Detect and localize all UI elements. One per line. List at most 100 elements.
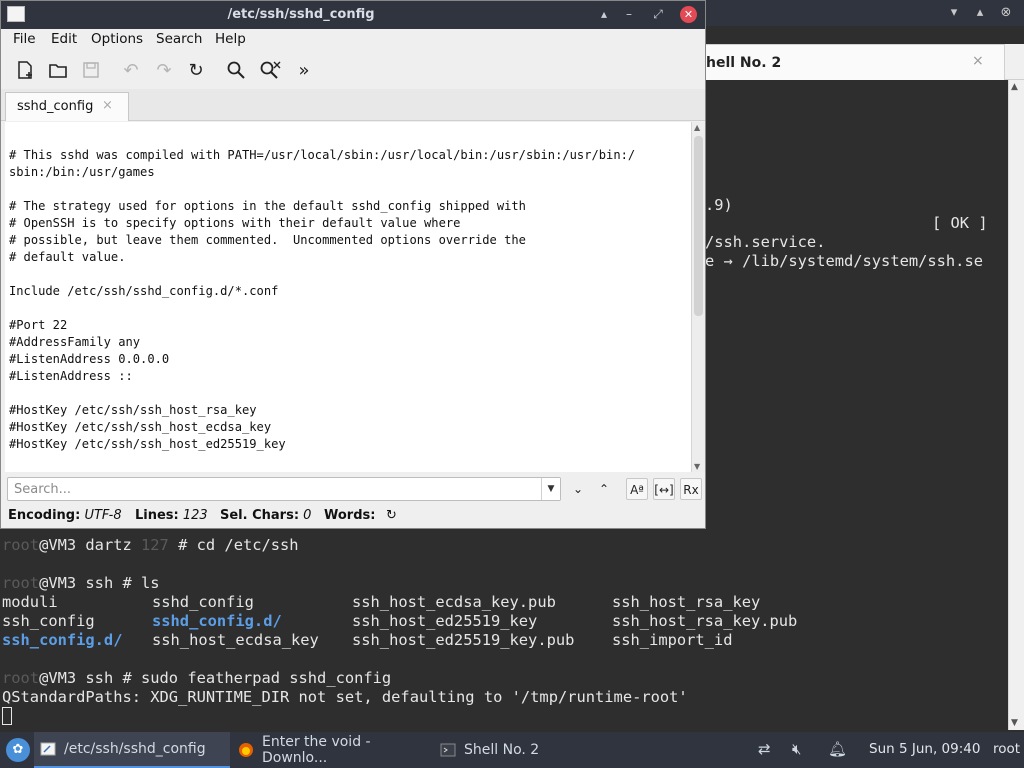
task-label: Enter the void - Downlo... [262,734,371,766]
find-replace-icon[interactable] [258,58,282,82]
window-title: /etc/ssh/sshd_config [227,7,375,22]
maximize-icon[interactable]: ⤢ [649,5,667,23]
terminal-text: e → /lib/systemd/system/ssh.se [705,252,983,270]
lines-value: 123 [182,508,208,523]
ls-entry: ssh_config.d/ [2,631,123,649]
document-tabbar: sshd_config × [1,89,705,121]
find-icon[interactable] [224,58,248,82]
toolbar: ↶ ↷ ↻ » [1,51,705,89]
editor-line: #ListenAddress :: [9,369,133,383]
editor-line: #HostKey /etc/ssh/ssh_host_ed25519_key [9,437,286,451]
match-case-icon[interactable]: Aª [626,478,648,500]
terminal-cursor [2,707,12,725]
task-label: Shell No. 2 [464,742,540,758]
terminal-scrollbar[interactable]: ▲ ▼ [1008,80,1024,730]
regex-icon[interactable]: Rx [680,478,702,500]
editor-line: # default value. [9,250,126,264]
tab-close-icon[interactable]: × [972,53,984,69]
ls-entry: ssh_host_ed25519_key.pub [352,631,575,649]
editor-line: # possible, but leave them commented. Un… [9,233,526,247]
scrollbar-thumb[interactable] [694,136,703,316]
clock[interactable]: Sun 5 Jun, 09:40 [869,741,980,757]
editor-line: #HostKey /etc/ssh/ssh_host_ecdsa_key [9,420,272,434]
ls-entry: ssh_import_id [612,631,733,649]
find-previous-icon[interactable]: ⌃ [593,478,615,500]
find-next-icon[interactable]: ⌄ [567,478,589,500]
shade-icon[interactable]: ▴ [595,5,613,23]
sel-chars-label: Sel. Chars: [220,508,300,523]
menu-search[interactable]: Search [156,31,202,47]
redo-icon[interactable]: ↷ [152,58,176,82]
sel-chars-value: 0 [303,508,312,523]
taskbar: ✿ /etc/ssh/sshd_config Enter the void - … [0,732,1024,768]
search-history-dropdown[interactable]: ▼ [541,478,560,500]
editor-line: #ListenAddress 0.0.0.0 [9,352,170,366]
status-bar: Encoding: UTF-8 Lines: 123 Sel. Chars: 0… [1,504,705,528]
reload-icon[interactable]: ↻ [184,58,208,82]
undo-icon[interactable]: ↶ [119,58,143,82]
tab-label: hell No. 2 [706,55,782,71]
minimize-icon[interactable]: ▾ [944,3,964,23]
editor-line: # This sshd was compiled with PATH=/usr/… [9,148,636,162]
task-label: /etc/ssh/sshd_config [64,741,206,757]
ls-entry: ssh_host_ecdsa_key.pub [352,593,556,611]
more-tools-icon[interactable]: » [292,58,316,82]
user-name[interactable]: root [993,741,1020,757]
ls-entry: ssh_host_ed25519_key [352,612,538,630]
prompt-line-ls: root@VM3 ssh # ls [2,574,160,592]
task-firefox[interactable]: Enter the void - Downlo... [232,732,432,768]
ls-entry: ssh_host_rsa_key.pub [612,612,798,630]
ls-entry: sshd_config [152,593,254,611]
menu-options[interactable]: Options [91,31,143,47]
close-icon[interactable]: ⊗ [996,3,1016,23]
volume-muted-icon[interactable]: 🔇︎ [792,740,801,758]
featherpad-titlebar[interactable]: /etc/ssh/sshd_config ▴ – ⤢ ✕ [1,1,705,29]
featherpad-icon [40,741,56,757]
lines-label: Lines: [135,508,179,523]
new-file-icon[interactable] [13,58,37,82]
search-input[interactable] [7,477,561,501]
scroll-up-icon[interactable]: ▲ [694,123,700,132]
tab-label: sshd_config [17,99,94,114]
editor-line: #HostKey /etc/ssh/ssh_host_rsa_key [9,403,257,417]
tab-close-icon[interactable]: × [102,98,113,113]
editor-line: # Ciphers and keying [9,470,155,472]
prompt-line-cd: root@VM3 dartz 127 # cd /etc/ssh [2,536,299,554]
notifications-icon[interactable]: 🔔︎ [828,740,847,758]
words-label: Words: [324,508,376,523]
menu-file[interactable]: File [13,31,36,47]
network-icon[interactable]: ⇄ [758,740,771,758]
scroll-down-icon[interactable]: ▼ [1011,718,1018,728]
minimize-icon[interactable]: – [620,5,638,23]
tab-shell-no-2[interactable]: hell No. 2 × [705,44,1005,80]
close-icon[interactable]: ✕ [680,6,697,23]
open-folder-icon[interactable] [46,58,70,82]
start-menu-icon[interactable]: ✿ [6,738,30,762]
restore-icon[interactable]: ▴ [970,3,990,23]
prompt-line-featherpad: root@VM3 ssh # sudo featherpad sshd_conf… [2,669,392,687]
menubar: File Edit Options Search Help [1,29,705,51]
tab-sshd-config[interactable]: sshd_config × [5,92,129,121]
ls-entry: ssh_host_rsa_key [612,593,761,611]
save-icon[interactable] [79,58,103,82]
terminal-text: /ssh.service. [705,233,826,251]
task-shell[interactable]: Shell No. 2 [434,732,564,768]
text-editor[interactable]: # This sshd was compiled with PATH=/usr/… [5,122,691,472]
editor-scrollbar[interactable]: ▲ ▼ [691,122,705,472]
menu-help[interactable]: Help [215,31,246,47]
scroll-up-icon[interactable]: ▲ [1011,82,1018,92]
task-featherpad[interactable]: /etc/ssh/sshd_config [34,732,230,768]
terminal-icon [440,742,456,758]
encoding-label: Encoding: [8,508,81,523]
featherpad-window: /etc/ssh/sshd_config ▴ – ⤢ ✕ File Edit O… [0,0,706,529]
menu-edit[interactable]: Edit [51,31,77,47]
editor-line: #Port 22 [9,318,68,332]
scroll-down-icon[interactable]: ▼ [694,462,700,471]
editor-line: # OpenSSH is to specify options with the… [9,216,461,230]
ls-entry: ssh_config [2,612,95,630]
ls-entry: sshd_config.d/ [152,612,282,630]
firefox-icon [238,742,254,758]
warning-line: QStandardPaths: XDG_RUNTIME_DIR not set,… [2,688,688,706]
whole-word-icon[interactable]: [↔] [653,478,675,500]
refresh-words-icon[interactable]: ↻ [386,508,397,523]
